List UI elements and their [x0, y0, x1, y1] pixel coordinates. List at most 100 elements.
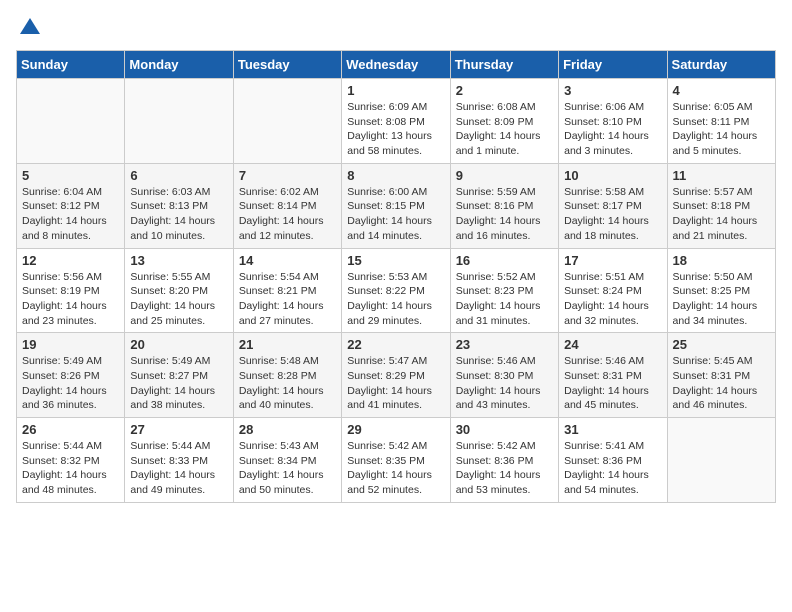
calendar-cell: 26 Sunrise: 5:44 AMSunset: 8:32 PMDayligh… — [17, 418, 125, 503]
calendar-table: SundayMondayTuesdayWednesdayThursdayFrid… — [16, 50, 776, 503]
day-info: Sunrise: 5:46 AMSunset: 8:31 PMDaylight:… — [564, 354, 661, 413]
day-info: Sunrise: 5:55 AMSunset: 8:20 PMDaylight:… — [130, 270, 227, 329]
day-number: 5 — [22, 168, 119, 183]
calendar-cell: 29Sunrise: 5:42 AMSunset: 8:35 PMDayligh… — [342, 418, 450, 503]
logo-icon — [18, 16, 42, 40]
day-number: 13 — [130, 253, 227, 268]
calendar-cell: 14 Sunrise: 5:54 AMSunset: 8:21 PMDayligh… — [233, 248, 341, 333]
calendar-cell: 2Sunrise: 6:08 AMSunset: 8:09 PMDaylight… — [450, 79, 558, 164]
day-info: Sunrise: 5:49 AMSunset: 8:26 PMDaylight:… — [22, 354, 119, 413]
day-number: 26 — [22, 422, 119, 437]
day-number: 18 — [673, 253, 770, 268]
calendar-cell: 6 Sunrise: 6:03 AMSunset: 8:13 PMDaylight… — [125, 163, 233, 248]
day-number: 25 — [673, 337, 770, 352]
calendar-cell: 1 Sunrise: 6:09 AMSunset: 8:08 PMDaylight… — [342, 79, 450, 164]
logo — [16, 16, 42, 40]
day-number: 16 — [456, 253, 553, 268]
page-header — [16, 16, 776, 40]
calendar-week-2: 5 Sunrise: 6:04 AMSunset: 8:12 PMDaylight… — [17, 163, 776, 248]
calendar-cell: 30 Sunrise: 5:42 AMSunset: 8:36 PMDayligh… — [450, 418, 558, 503]
calendar-cell: 3 Sunrise: 6:06 AMSunset: 8:10 PMDaylight… — [559, 79, 667, 164]
day-info: Sunrise: 5:54 AMSunset: 8:21 PMDaylight:… — [239, 270, 336, 329]
calendar-cell: 31 Sunrise: 5:41 AMSunset: 8:36 PMDayligh… — [559, 418, 667, 503]
day-info: Sunrise: 5:47 AMSunset: 8:29 PMDaylight:… — [347, 354, 444, 413]
day-info: Sunrise: 5:41 AMSunset: 8:36 PMDaylight:… — [564, 439, 661, 498]
day-info: Sunrise: 6:03 AMSunset: 8:13 PMDaylight:… — [130, 185, 227, 244]
calendar-cell: 9Sunrise: 5:59 AMSunset: 8:16 PMDaylight… — [450, 163, 558, 248]
day-number: 1 — [347, 83, 444, 98]
day-number: 10 — [564, 168, 661, 183]
day-info: Sunrise: 5:42 AMSunset: 8:36 PMDaylight:… — [456, 439, 553, 498]
day-info: Sunrise: 6:02 AMSunset: 8:14 PMDaylight:… — [239, 185, 336, 244]
calendar-cell: 7 Sunrise: 6:02 AMSunset: 8:14 PMDaylight… — [233, 163, 341, 248]
calendar-cell: 16 Sunrise: 5:52 AMSunset: 8:23 PMDayligh… — [450, 248, 558, 333]
day-info: Sunrise: 5:44 AMSunset: 8:32 PMDaylight:… — [22, 439, 119, 498]
day-number: 24 — [564, 337, 661, 352]
day-number: 8 — [347, 168, 444, 183]
weekday-header-tuesday: Tuesday — [233, 51, 341, 79]
day-number: 12 — [22, 253, 119, 268]
day-number: 6 — [130, 168, 227, 183]
day-number: 20 — [130, 337, 227, 352]
day-info: Sunrise: 6:00 AMSunset: 8:15 PMDaylight:… — [347, 185, 444, 244]
calendar-cell: 18 Sunrise: 5:50 AMSunset: 8:25 PMDayligh… — [667, 248, 775, 333]
day-info: Sunrise: 5:50 AMSunset: 8:25 PMDaylight:… — [673, 270, 770, 329]
day-info: Sunrise: 5:56 AMSunset: 8:19 PMDaylight:… — [22, 270, 119, 329]
day-info: Sunrise: 5:49 AMSunset: 8:27 PMDaylight:… — [130, 354, 227, 413]
day-number: 27 — [130, 422, 227, 437]
day-info: Sunrise: 5:51 AMSunset: 8:24 PMDaylight:… — [564, 270, 661, 329]
calendar-cell: 22 Sunrise: 5:47 AMSunset: 8:29 PMDayligh… — [342, 333, 450, 418]
day-number: 31 — [564, 422, 661, 437]
calendar-cell: 28 Sunrise: 5:43 AMSunset: 8:34 PMDayligh… — [233, 418, 341, 503]
calendar-week-1: 1 Sunrise: 6:09 AMSunset: 8:08 PMDaylight… — [17, 79, 776, 164]
day-info: Sunrise: 5:44 AMSunset: 8:33 PMDaylight:… — [130, 439, 227, 498]
calendar-cell: 19 Sunrise: 5:49 AMSunset: 8:26 PMDayligh… — [17, 333, 125, 418]
day-number: 22 — [347, 337, 444, 352]
weekday-header-thursday: Thursday — [450, 51, 558, 79]
calendar-cell: 15 Sunrise: 5:53 AMSunset: 8:22 PMDayligh… — [342, 248, 450, 333]
day-number: 21 — [239, 337, 336, 352]
day-info: Sunrise: 5:43 AMSunset: 8:34 PMDaylight:… — [239, 439, 336, 498]
calendar-cell: 20 Sunrise: 5:49 AMSunset: 8:27 PMDayligh… — [125, 333, 233, 418]
calendar-cell: 5 Sunrise: 6:04 AMSunset: 8:12 PMDaylight… — [17, 163, 125, 248]
calendar-cell — [17, 79, 125, 164]
day-info: Sunrise: 6:09 AMSunset: 8:08 PMDaylight:… — [347, 100, 444, 159]
day-info: Sunrise: 5:59 AMSunset: 8:16 PMDaylight:… — [456, 185, 553, 244]
calendar-week-4: 19 Sunrise: 5:49 AMSunset: 8:26 PMDayligh… — [17, 333, 776, 418]
calendar-cell — [667, 418, 775, 503]
day-info: Sunrise: 5:58 AMSunset: 8:17 PMDaylight:… — [564, 185, 661, 244]
calendar-cell: 23Sunrise: 5:46 AMSunset: 8:30 PMDayligh… — [450, 333, 558, 418]
calendar-cell — [125, 79, 233, 164]
day-number: 30 — [456, 422, 553, 437]
day-info: Sunrise: 6:08 AMSunset: 8:09 PMDaylight:… — [456, 100, 553, 159]
day-number: 7 — [239, 168, 336, 183]
calendar-cell: 13 Sunrise: 5:55 AMSunset: 8:20 PMDayligh… — [125, 248, 233, 333]
day-number: 14 — [239, 253, 336, 268]
weekday-header-monday: Monday — [125, 51, 233, 79]
weekday-header-sunday: Sunday — [17, 51, 125, 79]
day-number: 28 — [239, 422, 336, 437]
day-info: Sunrise: 6:05 AMSunset: 8:11 PMDaylight:… — [673, 100, 770, 159]
calendar-week-5: 26 Sunrise: 5:44 AMSunset: 8:32 PMDayligh… — [17, 418, 776, 503]
calendar-cell: 24 Sunrise: 5:46 AMSunset: 8:31 PMDayligh… — [559, 333, 667, 418]
weekday-header-wednesday: Wednesday — [342, 51, 450, 79]
calendar-week-3: 12 Sunrise: 5:56 AMSunset: 8:19 PMDayligh… — [17, 248, 776, 333]
day-info: Sunrise: 6:06 AMSunset: 8:10 PMDaylight:… — [564, 100, 661, 159]
weekday-header-saturday: Saturday — [667, 51, 775, 79]
calendar-cell: 11Sunrise: 5:57 AMSunset: 8:18 PMDayligh… — [667, 163, 775, 248]
day-number: 15 — [347, 253, 444, 268]
day-number: 4 — [673, 83, 770, 98]
calendar-cell: 10 Sunrise: 5:58 AMSunset: 8:17 PMDayligh… — [559, 163, 667, 248]
day-info: Sunrise: 5:48 AMSunset: 8:28 PMDaylight:… — [239, 354, 336, 413]
day-info: Sunrise: 5:52 AMSunset: 8:23 PMDaylight:… — [456, 270, 553, 329]
day-info: Sunrise: 5:57 AMSunset: 8:18 PMDaylight:… — [673, 185, 770, 244]
calendar-cell: 21 Sunrise: 5:48 AMSunset: 8:28 PMDayligh… — [233, 333, 341, 418]
day-info: Sunrise: 5:53 AMSunset: 8:22 PMDaylight:… — [347, 270, 444, 329]
day-number: 19 — [22, 337, 119, 352]
calendar-cell: 12 Sunrise: 5:56 AMSunset: 8:19 PMDayligh… — [17, 248, 125, 333]
weekday-header-friday: Friday — [559, 51, 667, 79]
day-number: 3 — [564, 83, 661, 98]
day-number: 17 — [564, 253, 661, 268]
day-info: Sunrise: 6:04 AMSunset: 8:12 PMDaylight:… — [22, 185, 119, 244]
weekday-header-row: SundayMondayTuesdayWednesdayThursdayFrid… — [17, 51, 776, 79]
